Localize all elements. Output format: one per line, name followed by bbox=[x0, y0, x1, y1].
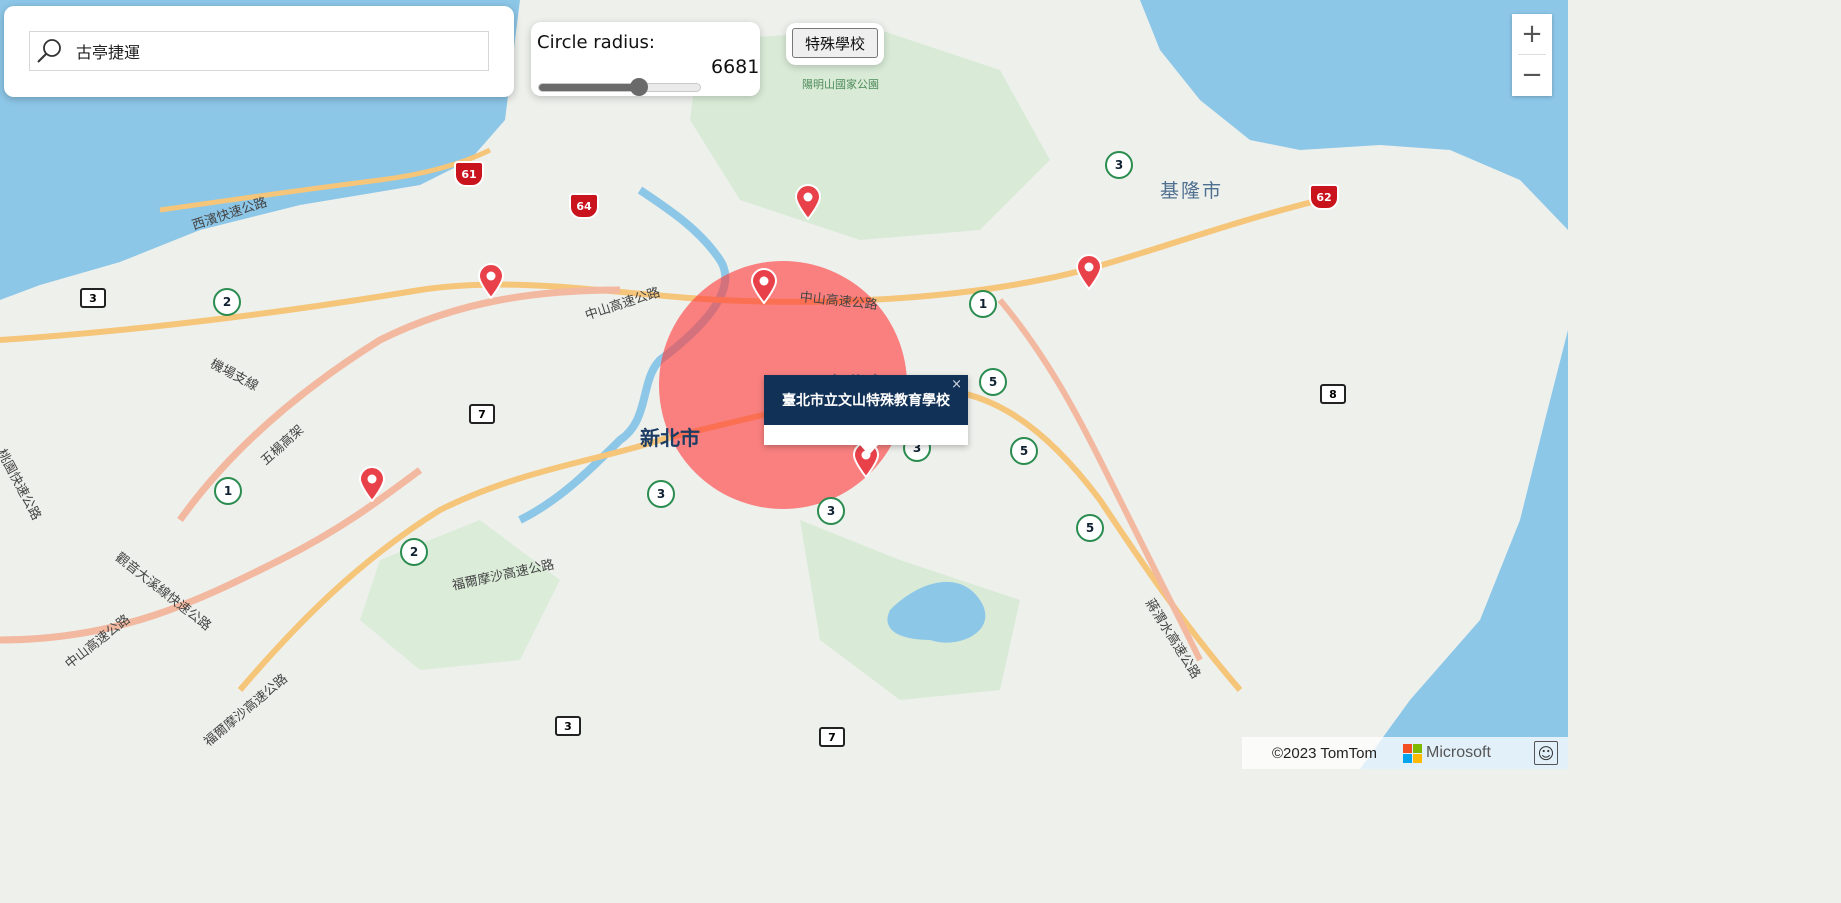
freeway-shield-5: 5 bbox=[1010, 437, 1038, 465]
zoom-control: + − bbox=[1512, 14, 1552, 96]
search-box[interactable] bbox=[29, 31, 489, 71]
provincial-shield-7: 7 bbox=[469, 404, 495, 424]
map-attribution: ©2023 TomTom Microsoft ☺ bbox=[1242, 737, 1568, 769]
microsoft-brand: Microsoft bbox=[1403, 743, 1491, 763]
microsoft-label: Microsoft bbox=[1426, 744, 1491, 761]
school-pin-marker[interactable] bbox=[477, 263, 505, 299]
freeway-shield-3: 3 bbox=[647, 480, 675, 508]
popup-title: 臺北市立文山特殊教育學校 bbox=[764, 375, 968, 425]
search-panel bbox=[4, 6, 514, 97]
special-school-button[interactable]: 特殊學校 bbox=[792, 28, 878, 58]
provincial-shield-8: 8 bbox=[1320, 384, 1346, 404]
zoom-out-button[interactable]: − bbox=[1512, 55, 1552, 95]
freeway-shield-3: 3 bbox=[1105, 151, 1133, 179]
provincial-shield-3: 3 bbox=[80, 288, 106, 308]
route-shield-61: 61 bbox=[454, 161, 484, 187]
school-pin-marker[interactable] bbox=[750, 268, 778, 304]
search-icon bbox=[30, 32, 70, 70]
feedback-icon[interactable]: ☺ bbox=[1534, 741, 1558, 765]
radius-panel: Circle radius: 6681 bbox=[531, 22, 760, 96]
freeway-shield-1: 1 bbox=[969, 290, 997, 318]
special-school-panel: 特殊學校 bbox=[786, 23, 884, 65]
freeway-shield-3: 3 bbox=[817, 497, 845, 525]
microsoft-logo-icon bbox=[1403, 743, 1422, 763]
school-pin-marker[interactable] bbox=[358, 466, 386, 502]
radius-slider-thumb[interactable] bbox=[629, 78, 648, 96]
close-icon[interactable]: × bbox=[951, 377, 962, 392]
park-label-yangmingshan: 陽明山國家公園 bbox=[802, 78, 879, 91]
radius-slider-fill bbox=[539, 84, 639, 91]
school-popup: 臺北市立文山特殊教育學校 × bbox=[764, 375, 968, 455]
tomtom-copyright: ©2023 TomTom bbox=[1272, 744, 1377, 762]
school-pin-marker[interactable] bbox=[1075, 254, 1103, 290]
freeway-shield-5: 5 bbox=[979, 368, 1007, 396]
radius-slider[interactable] bbox=[538, 78, 701, 96]
zoom-in-button[interactable]: + bbox=[1512, 14, 1552, 54]
freeway-shield-2: 2 bbox=[213, 288, 241, 316]
search-input[interactable] bbox=[70, 41, 488, 61]
route-shield-64: 64 bbox=[569, 193, 599, 219]
map-stage[interactable]: 新北市 台北市 基隆市 陽明山國家公園 西濱快速公路 中山高速公路 中山高速公路… bbox=[0, 0, 1568, 769]
provincial-shield-3: 3 bbox=[555, 716, 581, 736]
school-pin-marker[interactable] bbox=[794, 184, 822, 220]
radius-label: Circle radius: bbox=[537, 32, 655, 53]
city-label-new-taipei: 新北市 bbox=[640, 426, 700, 450]
freeway-shield-2: 2 bbox=[400, 538, 428, 566]
freeway-shield-1: 1 bbox=[214, 477, 242, 505]
radius-value: 6681 bbox=[711, 56, 760, 78]
provincial-shield-7: 7 bbox=[819, 727, 845, 747]
freeway-shield-5: 5 bbox=[1076, 514, 1104, 542]
popup-pointer bbox=[860, 445, 878, 455]
route-shield-62: 62 bbox=[1309, 184, 1339, 210]
city-label-keelung: 基隆市 bbox=[1160, 180, 1224, 202]
